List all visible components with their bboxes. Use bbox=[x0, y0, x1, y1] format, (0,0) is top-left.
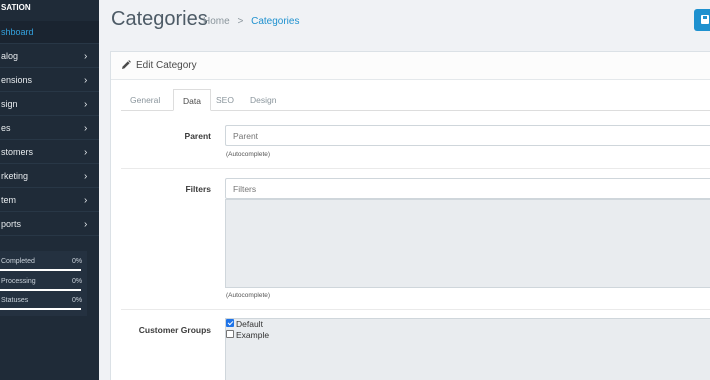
tab-general[interactable]: General bbox=[121, 89, 169, 111]
stat-value: 0% bbox=[72, 258, 83, 265]
checkbox-example-label: Example bbox=[236, 330, 270, 340]
progress-bar bbox=[0, 308, 81, 310]
filters-input[interactable] bbox=[225, 178, 710, 199]
stat-other-statuses: Statuses 0% bbox=[0, 293, 87, 311]
sidebar-item-label: shboard bbox=[1, 27, 34, 37]
progress-bar bbox=[0, 289, 81, 291]
stat-value: 0% bbox=[72, 278, 83, 285]
filters-label: Filters bbox=[185, 184, 211, 194]
breadcrumb-home-link[interactable]: Home bbox=[203, 16, 230, 27]
chevron-right-icon: › bbox=[84, 123, 88, 134]
sidebar-item-label: tem bbox=[1, 195, 17, 205]
sidebar-item-label: ports bbox=[1, 219, 22, 229]
checkbox-default-label: Default bbox=[236, 319, 263, 329]
sidebar-item-design[interactable]: sign › bbox=[0, 93, 99, 116]
sidebar-item-extensions[interactable]: ensions › bbox=[0, 69, 99, 92]
sidebar: SATION shboard alog › ensions › sign › e… bbox=[0, 0, 99, 380]
breadcrumb-separator: > bbox=[237, 16, 244, 27]
checkbox-default[interactable] bbox=[226, 319, 234, 327]
stat-value: 0% bbox=[72, 297, 83, 304]
chevron-right-icon: › bbox=[84, 99, 88, 110]
stat-label: Processing bbox=[1, 278, 36, 285]
filters-help-text: (Autocomplete) bbox=[226, 292, 271, 299]
chevron-right-icon: › bbox=[84, 75, 88, 86]
checkbox-example[interactable] bbox=[226, 330, 234, 338]
panel-title: Edit Category bbox=[136, 60, 197, 71]
chevron-right-icon: › bbox=[84, 195, 88, 206]
sidebar-item-label: es bbox=[1, 123, 11, 133]
parent-label: Parent bbox=[184, 131, 211, 141]
order-status-widget: Completed 0% Processing 0% Statuses 0% bbox=[0, 251, 87, 316]
save-icon bbox=[701, 15, 709, 24]
tab-design[interactable]: Design bbox=[241, 89, 285, 111]
tab-seo[interactable]: SEO bbox=[207, 89, 243, 111]
breadcrumb: Home > Categories bbox=[203, 16, 299, 27]
tab-data[interactable]: Data bbox=[173, 89, 211, 111]
sidebar-item-system[interactable]: tem › bbox=[0, 189, 99, 212]
customer-groups-label: Customer Groups bbox=[138, 325, 211, 335]
chevron-right-icon: › bbox=[84, 147, 88, 158]
stat-completed: Completed 0% bbox=[0, 254, 87, 272]
chevron-right-icon: › bbox=[84, 51, 88, 62]
parent-input[interactable] bbox=[225, 125, 710, 146]
edit-category-panel: Edit Category General Data SEO Design Pa… bbox=[110, 51, 710, 380]
sidebar-item-marketing[interactable]: rketing › bbox=[0, 165, 99, 188]
row-divider bbox=[121, 168, 710, 169]
sidebar-item-label: alog bbox=[1, 51, 19, 61]
page-title: Categories bbox=[111, 8, 208, 30]
breadcrumb-current-link[interactable]: Categories bbox=[251, 16, 299, 27]
pencil-icon bbox=[122, 60, 131, 69]
panel-heading: Edit Category bbox=[111, 52, 710, 80]
filters-list bbox=[225, 199, 710, 288]
sidebar-item-label: ensions bbox=[1, 75, 33, 85]
sidebar-item-dashboard[interactable]: shboard bbox=[0, 21, 99, 44]
sidebar-item-reports[interactable]: ports › bbox=[0, 213, 99, 236]
sidebar-item-label: sign bbox=[1, 99, 18, 109]
sidebar-heading: SATION bbox=[1, 3, 31, 12]
chevron-right-icon: › bbox=[84, 219, 88, 230]
chevron-right-icon: › bbox=[84, 171, 88, 182]
progress-bar bbox=[0, 269, 81, 271]
stat-processing: Processing 0% bbox=[0, 274, 87, 292]
stat-label: Completed bbox=[1, 258, 35, 265]
stat-label: Statuses bbox=[1, 297, 29, 304]
row-divider bbox=[121, 309, 710, 310]
sidebar-item-customers[interactable]: stomers › bbox=[0, 141, 99, 164]
sidebar-item-catalog[interactable]: alog › bbox=[0, 45, 99, 68]
save-button[interactable] bbox=[694, 9, 710, 31]
customer-groups-list bbox=[225, 318, 710, 380]
sidebar-item-sales[interactable]: es › bbox=[0, 117, 99, 140]
sidebar-item-label: rketing bbox=[1, 171, 29, 181]
sidebar-item-label: stomers bbox=[1, 147, 34, 157]
parent-help-text: (Autocomplete) bbox=[226, 151, 271, 158]
